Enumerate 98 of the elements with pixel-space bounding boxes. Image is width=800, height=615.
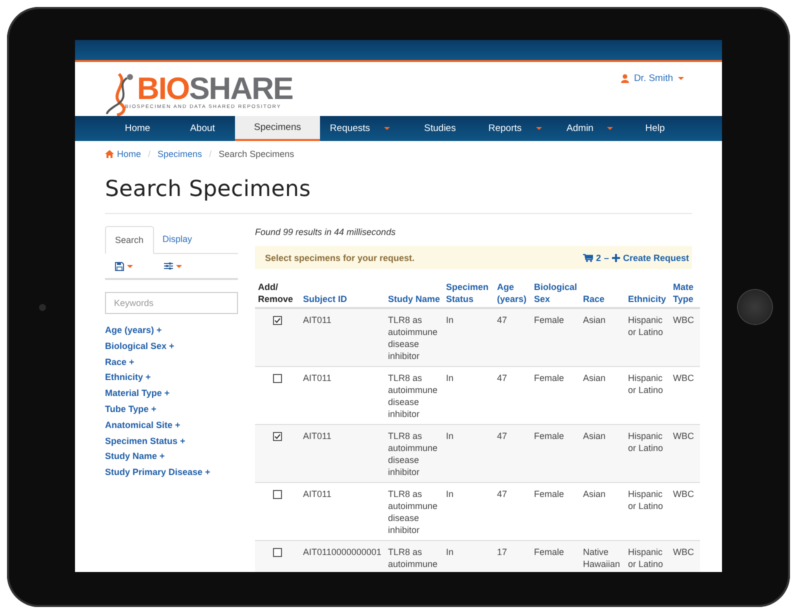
table-cell-text: Hispanic or Latino: [628, 314, 664, 338]
table-cell-text: Hispanic or Latino: [628, 372, 664, 396]
table-cell: WBC: [673, 314, 694, 326]
table-cell-text: TLR8 as autoimmune disease inhibitor: [388, 372, 439, 420]
table-cell: WBC: [673, 546, 694, 558]
table-cell: Asian: [583, 430, 606, 442]
separator-text: –: [604, 252, 609, 262]
nav-item[interactable]: Admin: [566, 116, 594, 141]
nav-item[interactable]: Studies: [424, 116, 456, 141]
table-cell: AIT011: [303, 488, 332, 500]
save-icon[interactable]: [115, 262, 124, 270]
table-cell: In: [446, 546, 454, 558]
filter-link[interactable]: Anatomical Site +: [105, 418, 238, 434]
plus-icon: [612, 254, 620, 262]
breadcrumb-current: Search Specimens: [218, 149, 294, 159]
camera-icon: [39, 304, 46, 311]
table-cell-text: Hispanic or Latino: [628, 488, 664, 512]
table-cell: Asian: [583, 372, 606, 384]
user-icon: [620, 74, 629, 82]
sidebar-tab[interactable]: Display: [154, 226, 202, 253]
table-cell: Female: [534, 546, 564, 558]
sliders-icon[interactable]: [164, 262, 173, 270]
caret-icon: [678, 76, 684, 80]
table-cell-text: Hispanic or Latino: [628, 430, 664, 454]
table-cell: Asian: [583, 488, 606, 500]
caret-icon: [127, 264, 133, 268]
table-cell-text: TLR8 as autoimmune: [388, 546, 439, 570]
table-cell: Female: [534, 488, 564, 500]
table-cell-text: TLR8 as autoimmune disease inhibitor: [388, 430, 439, 478]
checkbox[interactable]: [273, 374, 282, 383]
table-cell: Asian: [583, 314, 606, 326]
checkbox[interactable]: [273, 490, 282, 499]
logo-wordmark: BIOSHARE: [137, 74, 293, 104]
caret-icon: [176, 264, 182, 268]
table-cell: 47: [497, 314, 508, 326]
column-sort-link[interactable]: Ethnicity: [628, 293, 667, 305]
column-sort-link[interactable]: Age (years): [497, 281, 528, 305]
page-title: Search Specimens: [105, 167, 692, 214]
breadcrumb-separator: /: [147, 149, 152, 159]
breadcrumb-link[interactable]: Specimens: [158, 149, 202, 159]
table-cell: AIT011: [303, 430, 332, 442]
table-cell: 47: [497, 372, 508, 384]
checkbox[interactable]: [273, 432, 282, 441]
table-cell: Female: [534, 372, 564, 384]
table-cell: In: [446, 314, 454, 326]
cart-icon: [582, 254, 593, 262]
table-cell-text: Hispanic or Latino: [628, 546, 664, 570]
filter-link[interactable]: Ethnicity +: [105, 370, 238, 386]
checkbox[interactable]: [273, 316, 282, 325]
table-cell: WBC: [673, 488, 694, 500]
column-sort-link[interactable]: Mate Type: [673, 281, 697, 305]
filter-link[interactable]: Study Primary Disease +: [105, 465, 238, 481]
nav-item[interactable]: Reports: [488, 116, 522, 141]
column-sort-link[interactable]: Study Name: [388, 293, 440, 305]
filter-link[interactable]: Race +: [105, 354, 238, 370]
nav-item[interactable]: About: [190, 116, 215, 141]
create-request-link[interactable]: Create Request: [622, 252, 689, 262]
keywords-field[interactable]: Keywords: [105, 292, 238, 314]
home-icon: [105, 150, 114, 158]
column-sort-link[interactable]: Specimen Status: [446, 281, 491, 305]
column-header: Add/ Remove: [258, 281, 294, 305]
filter-link[interactable]: Age (years) +: [105, 323, 238, 339]
column-sort-link[interactable]: Biological Sex: [534, 281, 577, 305]
nav-item[interactable]: Help: [645, 116, 665, 141]
table-cell: 17: [497, 546, 508, 558]
filter-link[interactable]: Material Type +: [105, 386, 238, 402]
filter-link[interactable]: Study Name +: [105, 449, 238, 466]
sidebar-tab[interactable]: Search: [105, 226, 154, 254]
column-sort-link[interactable]: Race: [583, 293, 622, 305]
table-cell: Female: [534, 430, 564, 442]
table-cell-text: Native Hawaiian: [583, 546, 622, 570]
nav-item[interactable]: Home: [124, 116, 150, 141]
table-cell: AIT011: [303, 372, 332, 384]
checkbox[interactable]: [273, 548, 282, 557]
nav-item[interactable]: Requests: [330, 116, 370, 141]
table-cell: In: [446, 430, 454, 442]
filter-link[interactable]: Biological Sex +: [105, 338, 238, 355]
breadcrumb-link[interactable]: Home: [117, 149, 142, 159]
table-cell: WBC: [673, 430, 694, 442]
table-cell: In: [446, 372, 454, 384]
table-cell: Female: [534, 314, 564, 326]
table-cell: In: [446, 488, 454, 500]
cart-count: 2: [596, 252, 601, 262]
alert-message: Select specimens for your request.: [265, 252, 415, 262]
column-sort-link[interactable]: Subject ID: [303, 293, 382, 305]
breadcrumb-separator: /: [208, 149, 213, 159]
user-menu[interactable]: Dr. Smith: [634, 72, 673, 84]
filter-link[interactable]: Specimen Status +: [105, 434, 238, 450]
table-cell-text: TLR8 as autoimmune disease inhibitor: [388, 314, 439, 362]
table-cell: AIT0110000000001: [303, 546, 382, 558]
table-cell: AIT011: [303, 314, 332, 326]
table-cell-text: TLR8 as autoimmune disease inhibitor: [388, 488, 439, 536]
table-cell: WBC: [673, 372, 694, 384]
nav-item[interactable]: Specimens: [235, 116, 320, 141]
results-summary: Found 99 results in 44 milliseconds: [255, 226, 397, 239]
filter-link[interactable]: Tube Type +: [105, 402, 238, 418]
table-cell: 47: [497, 430, 508, 442]
table-cell: 47: [497, 488, 508, 500]
